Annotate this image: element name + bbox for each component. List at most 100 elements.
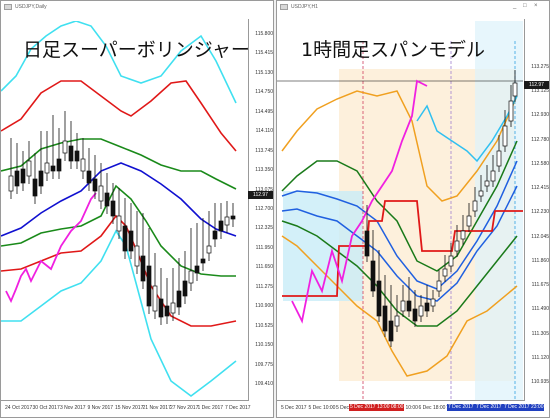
candle-body [122,225,128,252]
candle-body [68,145,74,162]
candle-body [110,200,116,217]
sigma3-upper-line [1,21,237,104]
candle-body [406,300,412,312]
candle-body [56,158,62,172]
hourly-chart-window[interactable]: USDJPY,H1 _ □ × 1時間足スパンモデル 113.275 113.12… [276,0,550,418]
candle-body [490,170,496,182]
price-axis-label: 113.275 [531,64,549,70]
price-axis-label: 109.775 [254,361,273,368]
time-axis-label: 21 Nov 2017 [142,405,171,411]
price-axis: 115.800 115.415 115.130 114.750 114.495 114.1… [248,19,273,401]
price-axis-label: 110.525 [255,322,273,329]
time-axis-label: 9 Nov 2017 [87,405,114,411]
candle-body [448,255,454,267]
candle-body [412,308,418,322]
candle-body [478,190,484,197]
time-axis-label: 6 Dec 18:00 [418,405,446,411]
candle-body [152,285,158,312]
price-axis-label: 115.415 [255,50,273,57]
candle-body [20,168,26,184]
candle-body [188,270,194,284]
candle-body [394,315,400,327]
current-price-tag: 112.97 [248,191,273,199]
highlight-time-tag-3: 7 Dec 2017 23:00 [503,404,545,411]
hourly-chart-plot[interactable] [277,21,525,401]
time-axis-label: 30 Oct 2017 [32,405,60,411]
minimize-button[interactable]: _ [513,3,516,9]
price-axis-label: 112.230 [531,209,549,216]
candle-body [44,162,50,174]
candle-body [512,82,518,97]
chikou-span-line [5,192,97,304]
price-axis: 113.275 113.125 112.930 112.780 112.580 112.4… [524,19,549,401]
price-axis-label: 110.900 [255,303,273,310]
candle-body [436,280,442,292]
candle-body [430,298,436,307]
price-axis-label: 112.045 [531,233,549,240]
candle-body [74,150,80,162]
candle-body [508,100,514,122]
price-axis-label: 111.120 [531,354,549,361]
chart-title: 1時間足スパンモデル [301,39,486,61]
candle-body [140,255,146,282]
window-label: USDJPY,H1 [291,4,318,10]
price-axis-label: 112.700 [255,206,273,212]
price-axis-label: 114.110 [255,128,273,135]
daily-chart-window[interactable]: USDJPY,Daily 日足スーパーボリンジャー 115.800 115.415… [0,0,274,418]
sigma3-lower-line [1,229,237,397]
candle-body [116,215,122,232]
price-axis-label: 111.650 [255,264,273,271]
maximize-button[interactable]: □ [523,3,527,9]
candle-body [212,230,218,240]
candle-body [502,125,508,147]
candle-body [80,158,86,172]
time-axis-label: 15 Nov 2017 [115,405,144,411]
candle-body [206,245,212,254]
candle-body [460,230,466,240]
candle-body [38,170,44,187]
price-axis-label: 112.930 [531,112,549,119]
candle-body [62,140,68,154]
current-price-tag: 112.97 [524,81,549,89]
candle-body [200,258,206,264]
candle-body [176,290,182,308]
price-axis-label: 112.580 [531,160,549,167]
candle-body [158,298,164,318]
time-axis-label: 7 Dec 2017 [225,405,251,411]
candle-body [364,230,370,257]
window-label: USDJPY,Daily [15,4,47,10]
time-axis-label: 27 Nov 2017 [170,405,199,411]
price-axis-label: 114.750 [255,89,273,96]
candle-body [484,180,490,187]
candle-body [86,170,92,184]
candle-body [376,280,382,317]
close-button[interactable]: × [534,3,538,9]
price-axis-label: 113.125 [531,88,549,95]
candle-body [146,265,152,307]
candle-body [224,216,230,226]
crosshair-time-tag: 5 Dec 2017 13:00 08:00 [349,404,405,411]
candle-body [370,260,376,292]
price-axis-label: 115.130 [255,69,273,76]
price-axis-label: 112.415 [531,185,549,192]
candle-body [194,265,200,274]
candle-body [8,175,14,192]
time-axis: 24 Oct 2017 30 Oct 2017 3 Nov 2017 9 Nov 20… [1,400,251,415]
candle-body [50,165,56,172]
chart-title: 日足スーパーボリンジャー [23,39,250,61]
price-axis-label: 109.410 [254,381,273,387]
daily-chart-plot[interactable] [1,21,249,401]
price-axis-label: 115.800 [255,31,273,37]
candle-body [92,178,98,192]
candle-body [26,160,32,177]
candle-body [14,170,20,187]
time-axis-label: 24 Oct 2017 [5,405,33,411]
candle-body [164,305,170,317]
price-axis-label: 111.305 [531,330,549,337]
candle-body [170,302,176,314]
time-axis-label: 5 Dec 2017 [281,405,307,411]
candle-body [382,305,388,332]
candle-body [182,280,188,297]
price-axis-label: 112.325 [255,225,273,232]
candle-body [466,215,472,227]
